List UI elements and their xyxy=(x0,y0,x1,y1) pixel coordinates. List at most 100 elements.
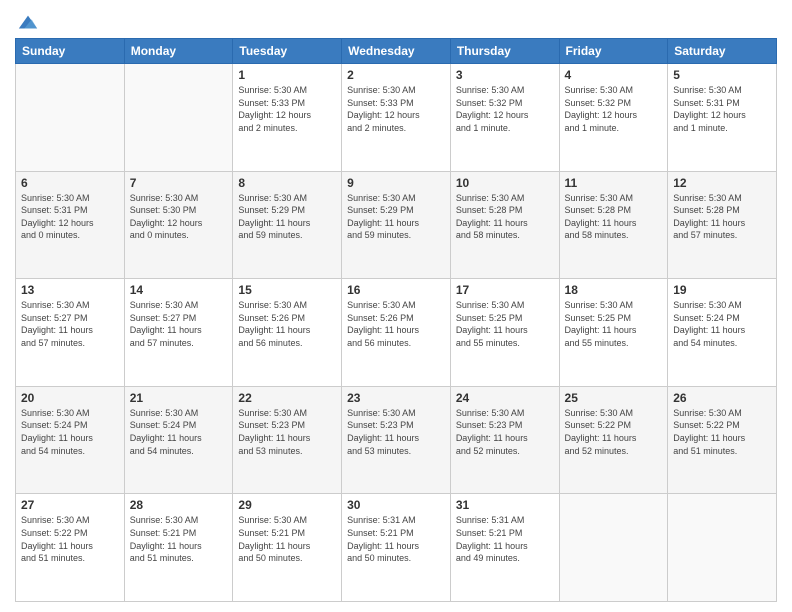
day-number: 15 xyxy=(238,283,336,297)
calendar-cell xyxy=(559,494,668,602)
day-number: 6 xyxy=(21,176,119,190)
header xyxy=(15,10,777,30)
day-number: 16 xyxy=(347,283,445,297)
calendar-cell: 22Sunrise: 5:30 AM Sunset: 5:23 PM Dayli… xyxy=(233,386,342,494)
cell-text: Sunrise: 5:30 AM Sunset: 5:27 PM Dayligh… xyxy=(21,299,119,349)
day-number: 2 xyxy=(347,68,445,82)
cell-text: Sunrise: 5:30 AM Sunset: 5:32 PM Dayligh… xyxy=(456,84,554,134)
calendar-cell xyxy=(16,64,125,172)
calendar-cell: 5 Sunrise: 5:30 AM Sunset: 5:31 PM Daylig… xyxy=(668,64,777,172)
day-number: 31 xyxy=(456,498,554,512)
calendar-cell: 2 Sunrise: 5:30 AM Sunset: 5:33 PM Daylig… xyxy=(342,64,451,172)
day-number: 10 xyxy=(456,176,554,190)
calendar-cell: 14 Sunrise: 5:30 AM Sunset: 5:27 PM Dayli… xyxy=(124,279,233,387)
weekday-header: Monday xyxy=(124,39,233,64)
calendar-cell: 3 Sunrise: 5:30 AM Sunset: 5:32 PM Daylig… xyxy=(450,64,559,172)
cell-text: Sunrise: 5:30 AM Sunset: 5:31 PM Dayligh… xyxy=(673,84,771,134)
calendar-cell: 10 Sunrise: 5:30 AM Sunset: 5:28 PM Dayli… xyxy=(450,171,559,279)
cell-text: Sunrise: 5:31 AM Sunset: 5:21 PM Dayligh… xyxy=(347,514,445,564)
day-number: 4 xyxy=(565,68,663,82)
calendar-cell: 13 Sunrise: 5:30 AM Sunset: 5:27 PM Dayli… xyxy=(16,279,125,387)
calendar-cell: 20 Sunrise: 5:30 AM Sunset: 5:24 PM Dayli… xyxy=(16,386,125,494)
cell-text: Sunrise: 5:30 AM Sunset: 5:25 PM Dayligh… xyxy=(565,299,663,349)
cell-text: Sunrise: 5:30 AM Sunset: 5:29 PM Dayligh… xyxy=(238,192,336,242)
calendar-cell: 28 Sunrise: 5:30 AM Sunset: 5:21 PM Dayli… xyxy=(124,494,233,602)
logo xyxy=(15,14,39,30)
cell-text: Sunrise: 5:30 AM Sunset: 5:23 PM Dayligh… xyxy=(456,407,554,457)
weekday-header: Wednesday xyxy=(342,39,451,64)
calendar-cell: 30 Sunrise: 5:31 AM Sunset: 5:21 PM Dayli… xyxy=(342,494,451,602)
cell-text: Sunrise: 5:30 AM Sunset: 5:32 PM Dayligh… xyxy=(565,84,663,134)
day-number: 23 xyxy=(347,391,445,405)
cell-text: Sunrise: 5:30 AM Sunset: 5:22 PM Dayligh… xyxy=(673,407,771,457)
cell-text: Sunrise: 5:30 AM Sunset: 5:21 PM Dayligh… xyxy=(238,514,336,564)
calendar-header-row: SundayMondayTuesdayWednesdayThursdayFrid… xyxy=(16,39,777,64)
calendar-week-row: 13 Sunrise: 5:30 AM Sunset: 5:27 PM Dayli… xyxy=(16,279,777,387)
day-number: 26 xyxy=(673,391,771,405)
cell-text: Sunrise: 5:30 AM Sunset: 5:31 PM Dayligh… xyxy=(21,192,119,242)
cell-text: Sunrise: 5:30 AM Sunset: 5:24 PM Dayligh… xyxy=(673,299,771,349)
calendar-cell: 25Sunrise: 5:30 AM Sunset: 5:22 PM Dayli… xyxy=(559,386,668,494)
day-number: 8 xyxy=(238,176,336,190)
day-number: 20 xyxy=(21,391,119,405)
cell-text: Sunrise: 5:30 AM Sunset: 5:23 PM Dayligh… xyxy=(238,407,336,457)
day-number: 3 xyxy=(456,68,554,82)
calendar-cell: 31Sunrise: 5:31 AM Sunset: 5:21 PM Dayli… xyxy=(450,494,559,602)
day-number: 14 xyxy=(130,283,228,297)
calendar-cell: 21 Sunrise: 5:30 AM Sunset: 5:24 PM Dayli… xyxy=(124,386,233,494)
cell-text: Sunrise: 5:30 AM Sunset: 5:28 PM Dayligh… xyxy=(456,192,554,242)
calendar-cell: 26 Sunrise: 5:30 AM Sunset: 5:22 PM Dayli… xyxy=(668,386,777,494)
day-number: 12 xyxy=(673,176,771,190)
calendar-cell: 17 Sunrise: 5:30 AM Sunset: 5:25 PM Dayli… xyxy=(450,279,559,387)
day-number: 13 xyxy=(21,283,119,297)
cell-text: Sunrise: 5:30 AM Sunset: 5:24 PM Dayligh… xyxy=(21,407,119,457)
logo-icon xyxy=(17,12,39,34)
day-number: 28 xyxy=(130,498,228,512)
cell-text: Sunrise: 5:30 AM Sunset: 5:30 PM Dayligh… xyxy=(130,192,228,242)
calendar-cell: 11Sunrise: 5:30 AM Sunset: 5:28 PM Dayli… xyxy=(559,171,668,279)
calendar-cell: 18 Sunrise: 5:30 AM Sunset: 5:25 PM Dayli… xyxy=(559,279,668,387)
calendar-cell: 23 Sunrise: 5:30 AM Sunset: 5:23 PM Dayli… xyxy=(342,386,451,494)
calendar-cell: 27 Sunrise: 5:30 AM Sunset: 5:22 PM Dayli… xyxy=(16,494,125,602)
weekday-header: Sunday xyxy=(16,39,125,64)
cell-text: Sunrise: 5:30 AM Sunset: 5:33 PM Dayligh… xyxy=(347,84,445,134)
calendar-cell: 12 Sunrise: 5:30 AM Sunset: 5:28 PM Dayli… xyxy=(668,171,777,279)
day-number: 30 xyxy=(347,498,445,512)
calendar-cell: 4 Sunrise: 5:30 AM Sunset: 5:32 PM Daylig… xyxy=(559,64,668,172)
calendar-cell: 7 Sunrise: 5:30 AM Sunset: 5:30 PM Daylig… xyxy=(124,171,233,279)
weekday-header: Tuesday xyxy=(233,39,342,64)
day-number: 18 xyxy=(565,283,663,297)
calendar-cell xyxy=(668,494,777,602)
day-number: 17 xyxy=(456,283,554,297)
calendar-cell xyxy=(124,64,233,172)
day-number: 27 xyxy=(21,498,119,512)
cell-text: Sunrise: 5:30 AM Sunset: 5:23 PM Dayligh… xyxy=(347,407,445,457)
cell-text: Sunrise: 5:30 AM Sunset: 5:27 PM Dayligh… xyxy=(130,299,228,349)
cell-text: Sunrise: 5:30 AM Sunset: 5:28 PM Dayligh… xyxy=(673,192,771,242)
cell-text: Sunrise: 5:30 AM Sunset: 5:21 PM Dayligh… xyxy=(130,514,228,564)
day-number: 11 xyxy=(565,176,663,190)
day-number: 25 xyxy=(565,391,663,405)
day-number: 21 xyxy=(130,391,228,405)
day-number: 29 xyxy=(238,498,336,512)
cell-text: Sunrise: 5:30 AM Sunset: 5:26 PM Dayligh… xyxy=(238,299,336,349)
cell-text: Sunrise: 5:30 AM Sunset: 5:24 PM Dayligh… xyxy=(130,407,228,457)
calendar-week-row: 1Sunrise: 5:30 AM Sunset: 5:33 PM Daylig… xyxy=(16,64,777,172)
day-number: 24 xyxy=(456,391,554,405)
calendar: SundayMondayTuesdayWednesdayThursdayFrid… xyxy=(15,38,777,602)
calendar-cell: 29 Sunrise: 5:30 AM Sunset: 5:21 PM Dayli… xyxy=(233,494,342,602)
day-number: 5 xyxy=(673,68,771,82)
calendar-week-row: 20 Sunrise: 5:30 AM Sunset: 5:24 PM Dayli… xyxy=(16,386,777,494)
calendar-cell: 6 Sunrise: 5:30 AM Sunset: 5:31 PM Daylig… xyxy=(16,171,125,279)
calendar-week-row: 27 Sunrise: 5:30 AM Sunset: 5:22 PM Dayli… xyxy=(16,494,777,602)
calendar-cell: 16Sunrise: 5:30 AM Sunset: 5:26 PM Dayli… xyxy=(342,279,451,387)
calendar-cell: 9Sunrise: 5:30 AM Sunset: 5:29 PM Daylig… xyxy=(342,171,451,279)
day-number: 9 xyxy=(347,176,445,190)
calendar-cell: 1Sunrise: 5:30 AM Sunset: 5:33 PM Daylig… xyxy=(233,64,342,172)
cell-text: Sunrise: 5:30 AM Sunset: 5:22 PM Dayligh… xyxy=(21,514,119,564)
calendar-cell: 19Sunrise: 5:30 AM Sunset: 5:24 PM Dayli… xyxy=(668,279,777,387)
cell-text: Sunrise: 5:30 AM Sunset: 5:25 PM Dayligh… xyxy=(456,299,554,349)
calendar-cell: 8 Sunrise: 5:30 AM Sunset: 5:29 PM Daylig… xyxy=(233,171,342,279)
day-number: 7 xyxy=(130,176,228,190)
page: SundayMondayTuesdayWednesdayThursdayFrid… xyxy=(0,0,792,612)
